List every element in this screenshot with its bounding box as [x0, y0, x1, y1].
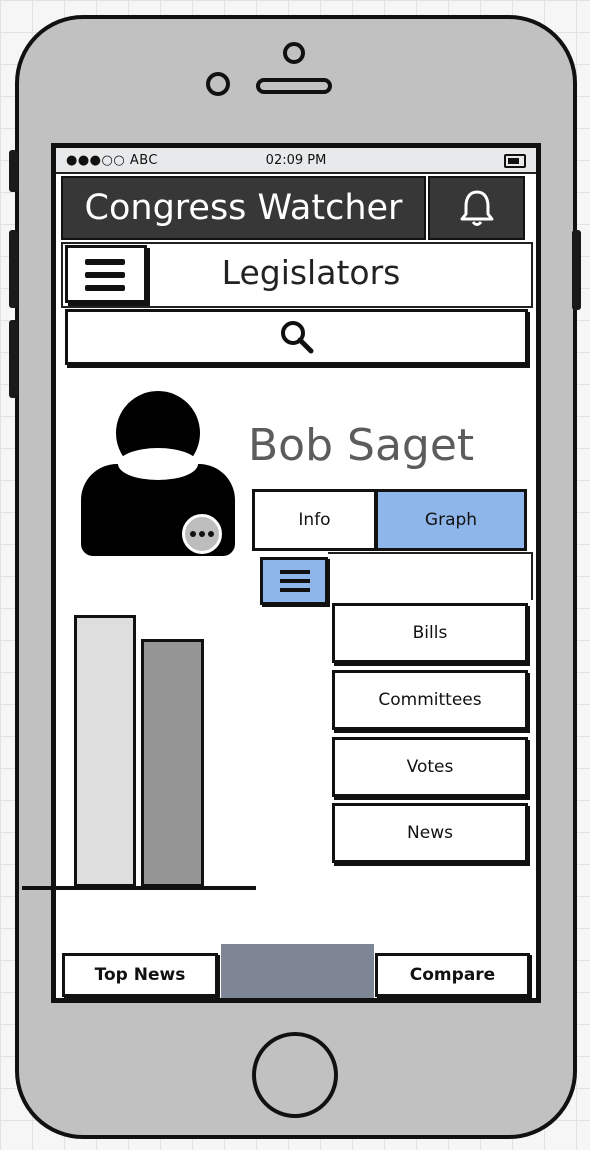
tab-graph[interactable]: Graph	[375, 489, 527, 551]
chart-bar	[141, 639, 204, 887]
menu-item-bills[interactable]: Bills	[332, 603, 528, 663]
menu-item-committees[interactable]: Committees	[332, 670, 528, 730]
page-title: Legislators	[221, 253, 401, 292]
more-dots-icon[interactable]	[182, 514, 222, 554]
graph-menu-button[interactable]	[260, 557, 328, 605]
notifications-button[interactable]	[428, 176, 525, 240]
power-button	[572, 230, 581, 310]
status-bar: ●●●○○ ABC 02:09 PM	[56, 148, 536, 174]
proximity-sensor	[206, 72, 230, 96]
chart-baseline-extension	[22, 886, 56, 890]
main-menu-button[interactable]	[65, 245, 147, 303]
phone-screen: ●●●○○ ABC 02:09 PM Congress Watcher Legi…	[51, 143, 541, 1003]
chart-baseline	[56, 886, 256, 890]
home-button[interactable]	[252, 1032, 338, 1118]
hamburger-bar	[280, 588, 310, 592]
top-news-button[interactable]: Top News	[62, 953, 218, 997]
hamburger-bar	[85, 272, 125, 278]
app-title: Congress Watcher	[61, 176, 426, 240]
bell-icon	[460, 190, 493, 226]
status-time: 02:09 PM	[265, 153, 327, 168]
hamburger-menu-icon	[85, 259, 125, 265]
earpiece-speaker	[256, 78, 332, 94]
front-camera	[283, 42, 305, 64]
chart-bar	[74, 615, 136, 887]
menu-panel	[328, 552, 533, 600]
volume-down-button	[9, 320, 18, 398]
menu-item-news[interactable]: News	[332, 803, 528, 863]
hamburger-bar	[85, 285, 125, 291]
search-icon	[280, 321, 313, 354]
bottom-bar	[221, 944, 374, 998]
compare-button[interactable]: Compare	[375, 953, 530, 997]
hamburger-menu-icon	[280, 570, 310, 574]
tab-info[interactable]: Info	[252, 489, 377, 551]
legislator-name: Bob Saget	[248, 420, 475, 471]
battery-icon	[504, 154, 526, 168]
search-bar[interactable]	[65, 309, 528, 365]
volume-up-button	[9, 230, 18, 308]
menu-item-votes[interactable]: Votes	[332, 737, 528, 797]
side-button	[9, 150, 18, 192]
hamburger-bar	[280, 579, 310, 583]
